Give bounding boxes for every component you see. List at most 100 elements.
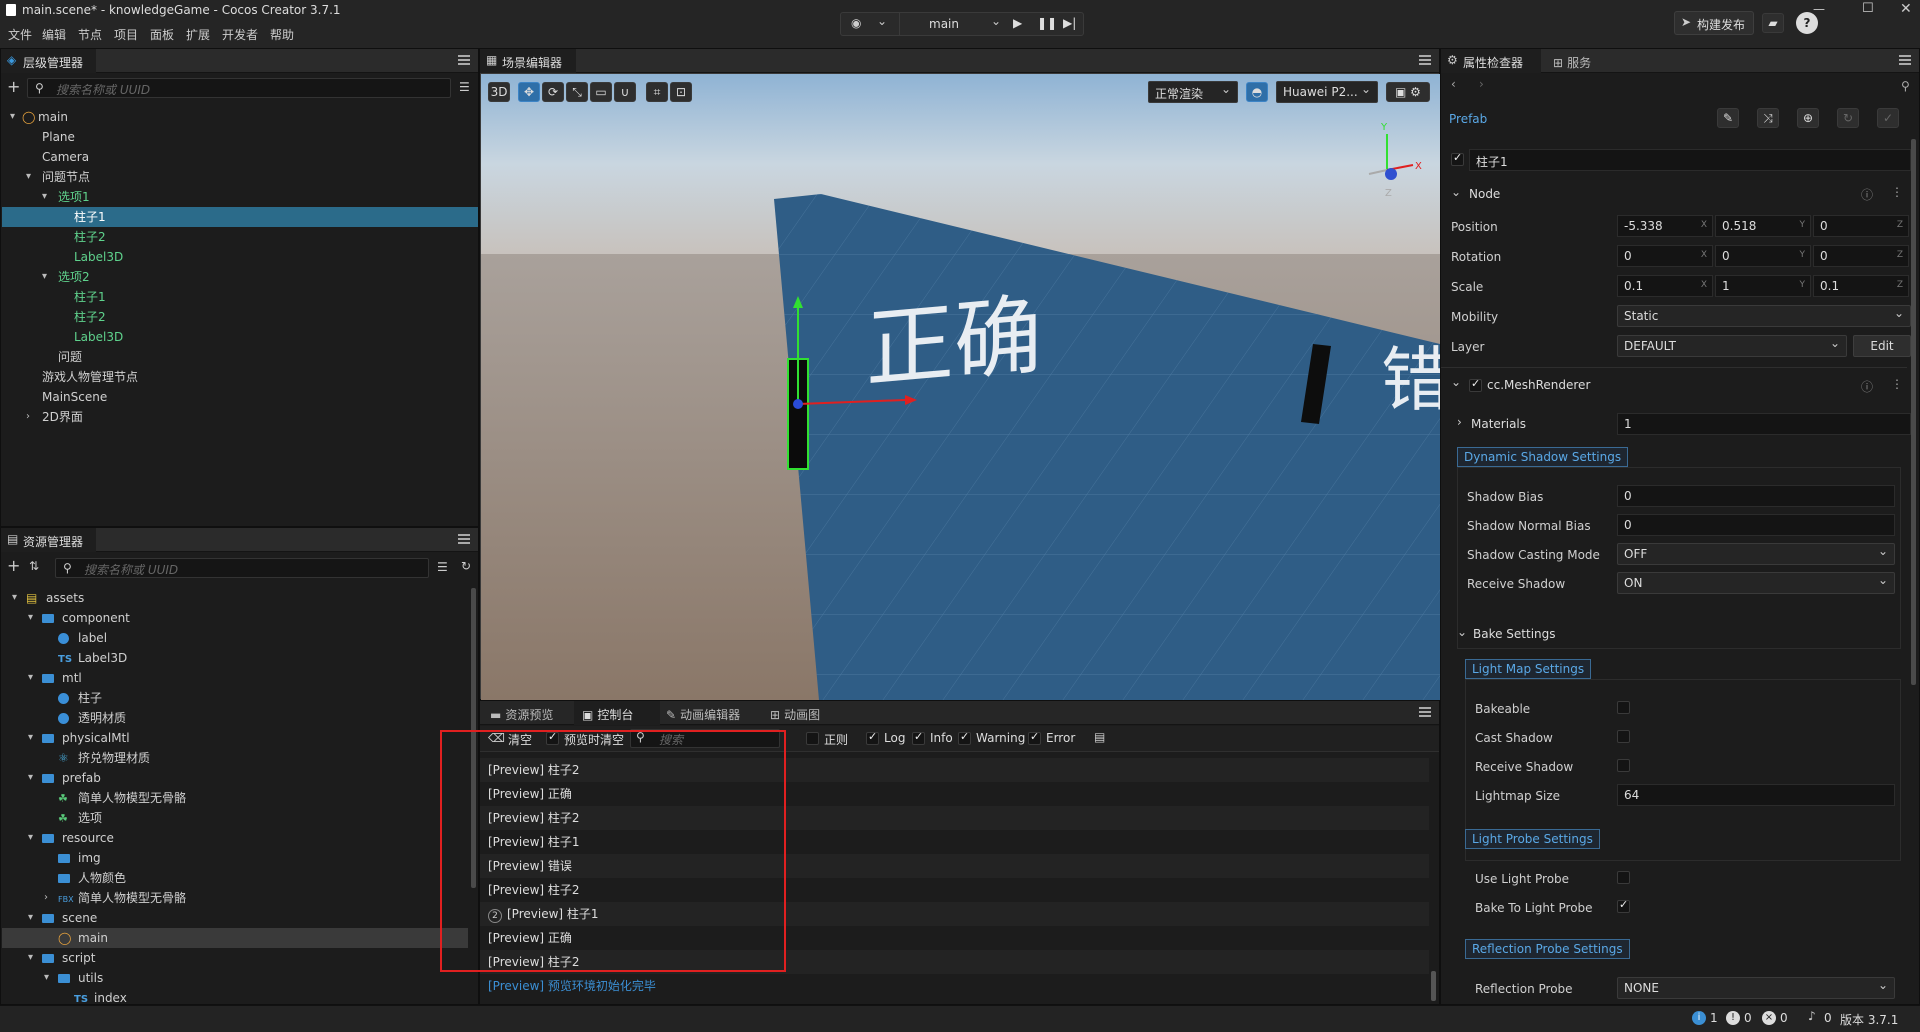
asset-item[interactable]: ◯ main xyxy=(2,928,468,948)
reflection-probe-select[interactable]: NONE xyxy=(1617,977,1895,999)
menu-panel[interactable]: 面板 xyxy=(150,26,174,43)
rotate-tool-icon[interactable]: ⟳ xyxy=(542,82,564,102)
hierarchy-node[interactable]: Label3D xyxy=(2,327,478,347)
asset-item[interactable]: ▾ utils xyxy=(2,968,468,988)
node-active-checkbox[interactable] xyxy=(1451,151,1464,166)
expand-caret-icon[interactable]: ▾ xyxy=(28,668,33,688)
error-icon[interactable]: × xyxy=(1762,1011,1776,1025)
asset-item[interactable]: ▾ physicalMtl xyxy=(2,728,468,748)
rotation-z-input[interactable]: 0Z xyxy=(1813,245,1909,267)
expand-caret-icon[interactable]: ▾ xyxy=(10,107,15,127)
move-tool-icon[interactable]: ✥ xyxy=(518,82,540,102)
play-icon[interactable]: ▶ xyxy=(1013,16,1022,30)
expand-caret-icon[interactable]: ▾ xyxy=(28,608,33,628)
asset-item[interactable]: 人物颜色 xyxy=(2,868,468,888)
node-section-chevron-icon[interactable]: ⌄ xyxy=(1451,185,1461,199)
local-space-icon[interactable]: ⊡ xyxy=(670,82,692,102)
position-y-input[interactable]: 0.518 Y xyxy=(1715,215,1811,237)
maximize-icon[interactable]: ☐ xyxy=(1862,1,1874,16)
hierarchy-node[interactable]: Camera xyxy=(2,147,478,167)
log-checkbox[interactable] xyxy=(866,730,879,745)
tab-console[interactable]: ▣ 控制台 xyxy=(574,701,660,725)
scene-viewport[interactable]: 正确 错 Y X Z xyxy=(481,74,1440,700)
prefab-locate-icon[interactable]: ⊕ xyxy=(1797,108,1819,128)
expand-caret-icon[interactable]: › xyxy=(44,888,48,908)
prefab-unlink-icon[interactable]: ⤨ xyxy=(1757,108,1779,128)
mesh-renderer-enabled-checkbox[interactable] xyxy=(1469,377,1482,392)
cast-shadow-checkbox[interactable] xyxy=(1617,730,1630,743)
asset-item[interactable]: img xyxy=(2,848,468,868)
asset-item[interactable]: ☘ 简单人物模型无骨骼 xyxy=(2,788,468,808)
lightmap-size-input[interactable]: 64 xyxy=(1617,784,1895,806)
layer-select[interactable]: DEFAULT xyxy=(1617,335,1847,357)
asset-item[interactable]: ▾ mtl xyxy=(2,668,468,688)
position-z-input[interactable]: 0Z xyxy=(1813,215,1909,237)
step-icon[interactable]: ▶| xyxy=(1063,16,1076,30)
mesh-renderer-title[interactable]: cc.MeshRenderer xyxy=(1487,378,1590,392)
hierarchy-node[interactable]: ▾ 选项2 xyxy=(2,267,478,287)
render-mode-select[interactable]: 正常渲染 xyxy=(1148,81,1238,103)
panel-menu-icon[interactable] xyxy=(458,534,470,544)
prefab-edit-icon[interactable]: ✎ xyxy=(1717,108,1739,128)
magnet-icon[interactable]: ∪ xyxy=(614,82,636,102)
scale-z-input[interactable]: 0.1 Z xyxy=(1813,275,1909,297)
mesh-renderer-chevron-icon[interactable]: ⌄ xyxy=(1451,375,1461,389)
scale-x-input[interactable]: 0.1 X xyxy=(1617,275,1713,297)
asset-item[interactable]: › FBX 简单人物模型无骨骼 xyxy=(2,888,468,908)
prefab-apply-icon[interactable]: ✓ xyxy=(1877,108,1899,128)
panel-menu-icon[interactable] xyxy=(1899,55,1911,65)
asset-item[interactable]: 柱子 xyxy=(2,688,468,708)
hierarchy-node[interactable]: 柱子2 xyxy=(2,227,478,247)
inspector-scrollbar[interactable] xyxy=(1911,139,1916,685)
console-log-row[interactable]: [Preview] 预览环境初始化完毕 xyxy=(480,974,1429,998)
hierarchy-search-input[interactable]: 搜索名称或 UUID xyxy=(27,78,451,98)
scene-select-chevron-icon[interactable]: ⌄ xyxy=(991,14,1001,28)
hierarchy-node[interactable]: › 2D界面 xyxy=(2,407,478,427)
info-icon[interactable]: i xyxy=(1692,1011,1706,1025)
build-button[interactable]: ➤ 构建发布 xyxy=(1674,11,1754,35)
hierarchy-node[interactable]: 柱子1 xyxy=(2,287,478,307)
asset-item[interactable]: ▾ prefab xyxy=(2,768,468,788)
folder-open-icon[interactable]: ▰ xyxy=(1762,13,1784,33)
more-vert-icon[interactable]: ⋮ xyxy=(1891,377,1903,391)
device-select[interactable]: Huawei P2... xyxy=(1276,81,1378,103)
asset-item[interactable]: ▾ resource xyxy=(2,828,468,848)
asset-item[interactable]: ⚛ 挤兑物理材质 xyxy=(2,748,468,768)
tab-inspector[interactable]: ⚙ 属性检查器 xyxy=(1441,49,1541,73)
asset-item[interactable]: TS index xyxy=(2,988,468,1004)
bake-to-light-probe-checkbox[interactable] xyxy=(1617,898,1630,913)
expand-caret-icon[interactable]: ▾ xyxy=(42,187,47,207)
open-log-file-icon[interactable]: ▤ xyxy=(1094,730,1105,744)
help-circle-icon[interactable]: ⓘ xyxy=(1861,186,1873,203)
expand-caret-icon[interactable]: ▾ xyxy=(28,768,33,788)
platform-icon[interactable]: ◉ xyxy=(851,16,861,30)
add-asset-icon[interactable]: + xyxy=(7,556,20,575)
more-vert-icon[interactable]: ⋮ xyxy=(1891,185,1903,199)
asset-item[interactable]: ▾ script xyxy=(2,948,468,968)
menu-developer[interactable]: 开发者 xyxy=(222,26,258,43)
pause-icon[interactable]: ❚❚ xyxy=(1037,16,1057,30)
bell-icon[interactable]: ♪ xyxy=(1808,1009,1816,1023)
sort-icon[interactable]: ⇅ xyxy=(29,559,39,573)
pin-icon[interactable]: ⚲ xyxy=(1901,79,1910,93)
scale-y-input[interactable]: 1Y xyxy=(1715,275,1811,297)
tab-hierarchy[interactable]: ◈ 层级管理器 xyxy=(1,49,96,73)
assets-search-input[interactable]: 搜索名称或 UUID xyxy=(55,558,429,578)
menu-node[interactable]: 节点 xyxy=(78,26,102,43)
forward-icon[interactable]: › xyxy=(1479,77,1484,91)
hierarchy-node[interactable]: Plane xyxy=(2,127,478,147)
info-checkbox[interactable] xyxy=(912,730,925,745)
add-node-icon[interactable]: + xyxy=(7,77,20,96)
expand-caret-icon[interactable]: ▾ xyxy=(28,908,33,928)
position-x-input[interactable]: -5.338 X xyxy=(1617,215,1713,237)
hierarchy-node[interactable]: MainScene xyxy=(2,387,478,407)
menu-project[interactable]: 项目 xyxy=(114,26,138,43)
list-view-icon[interactable]: ☰ xyxy=(459,80,470,94)
scene-select[interactable]: main xyxy=(929,17,959,31)
close-icon[interactable]: ✕ xyxy=(1900,1,1912,17)
asset-item[interactable]: 透明材质 xyxy=(2,708,468,728)
panel-menu-icon[interactable] xyxy=(1419,707,1431,717)
hierarchy-node[interactable]: Label3D xyxy=(2,247,478,267)
menu-help[interactable]: 帮助 xyxy=(270,26,294,43)
hierarchy-node[interactable]: 问题 xyxy=(2,347,478,367)
